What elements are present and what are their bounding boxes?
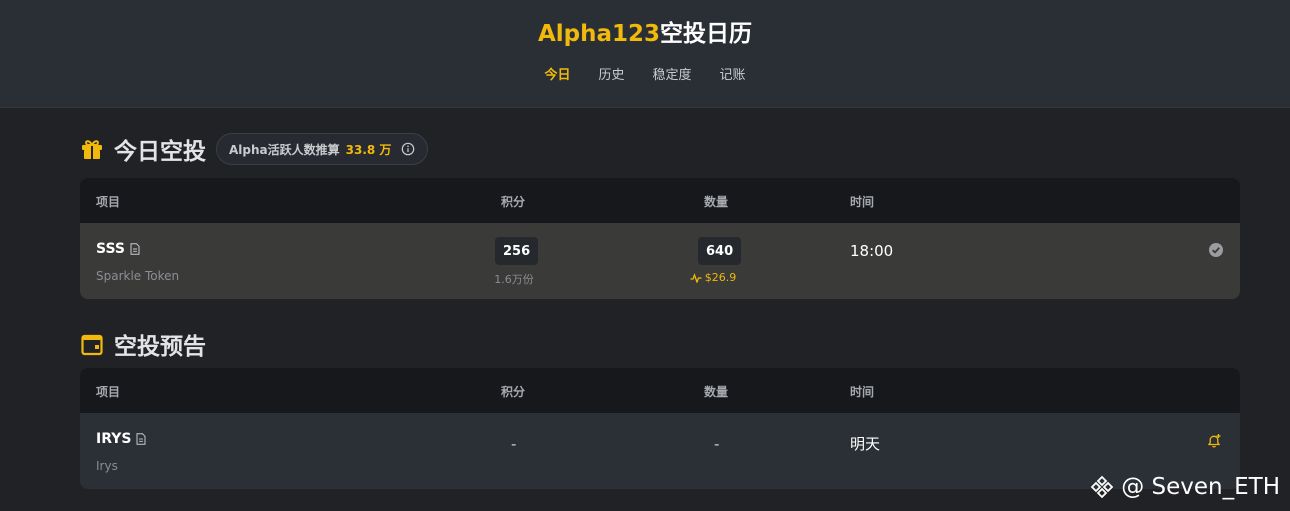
main-nav: 今日 历史 稳定度 记账: [0, 64, 1290, 83]
tab-history[interactable]: 历史: [598, 64, 624, 83]
col-quantity: 数量: [704, 385, 729, 399]
project-symbol-text: IRYS: [96, 431, 132, 447]
table-row[interactable]: SSS Sparkle Token: [80, 223, 1240, 299]
points-value: -: [511, 435, 517, 453]
quantity-usd: $26.9: [673, 271, 753, 284]
col-points: 积分: [501, 195, 526, 209]
upcoming-table: 项目 积分 数量 时间 IRYS Irys - - 明天: [80, 368, 1240, 489]
site-title-rest: 空投日历: [660, 21, 753, 47]
today-section-header: 今日空投 Alpha活跃人数推算 33.8 万: [80, 132, 429, 166]
check-circle-icon: [1209, 243, 1223, 257]
upcoming-section-header: 空投预告: [80, 327, 206, 361]
quantity-value: 640: [698, 237, 742, 265]
project-name: Irys: [96, 459, 118, 473]
bell-plus-icon[interactable]: [1206, 433, 1222, 449]
upcoming-section-title: 空投预告: [114, 334, 206, 360]
tab-bookkeeping[interactable]: 记账: [720, 64, 746, 83]
project-name: Sparkle Token: [96, 269, 180, 283]
tab-stability[interactable]: 稳定度: [653, 64, 692, 83]
site-title: Alpha123空投日历: [0, 14, 1290, 48]
upcoming-table-header: 项目 积分 数量 时间: [80, 368, 1240, 413]
project-symbol: IRYS: [96, 431, 146, 447]
col-time: 时间: [850, 195, 875, 209]
quantity-value: -: [714, 435, 720, 453]
watermark-text: @ Seven_ETH: [1121, 474, 1280, 500]
col-project: 项目: [96, 385, 121, 399]
app-header: Alpha123空投日历 今日 历史 稳定度 记账: [0, 0, 1290, 108]
today-section-title: 今日空投: [114, 139, 206, 165]
drop-time: 明天: [850, 435, 881, 453]
calendar-icon: [81, 334, 103, 356]
project-symbol: SSS: [96, 241, 140, 257]
col-time: 时间: [850, 385, 875, 399]
quantity-usd-text: $26.9: [704, 271, 737, 284]
col-points: 积分: [501, 385, 526, 399]
document-icon[interactable]: [136, 433, 146, 445]
info-icon[interactable]: [401, 142, 415, 156]
project-symbol-text: SSS: [96, 241, 125, 257]
gift-icon: [82, 140, 102, 159]
document-icon[interactable]: [130, 243, 140, 255]
points-sub: 1.6万份: [494, 273, 534, 286]
col-project: 项目: [96, 195, 121, 209]
table-row[interactable]: IRYS Irys - - 明天: [80, 413, 1240, 489]
watermark: @ Seven_ETH: [1089, 474, 1280, 500]
today-table: 项目 积分 数量 时间 SSS Sparkle Token: [80, 178, 1240, 299]
activity-icon: [690, 272, 702, 283]
active-users-badge: Alpha活跃人数推算 33.8 万: [216, 133, 429, 165]
active-users-value: 33.8 万: [345, 142, 392, 157]
tab-today[interactable]: 今日: [544, 64, 570, 83]
drop-time: 18:00: [850, 242, 894, 260]
points-value: 256: [495, 237, 539, 265]
today-table-header: 项目 积分 数量 时间: [80, 178, 1240, 223]
binance-logo-icon: [1090, 475, 1114, 499]
col-quantity: 数量: [704, 195, 729, 209]
active-users-label: Alpha活跃人数推算: [229, 142, 340, 157]
site-title-accent: Alpha123: [537, 21, 661, 47]
